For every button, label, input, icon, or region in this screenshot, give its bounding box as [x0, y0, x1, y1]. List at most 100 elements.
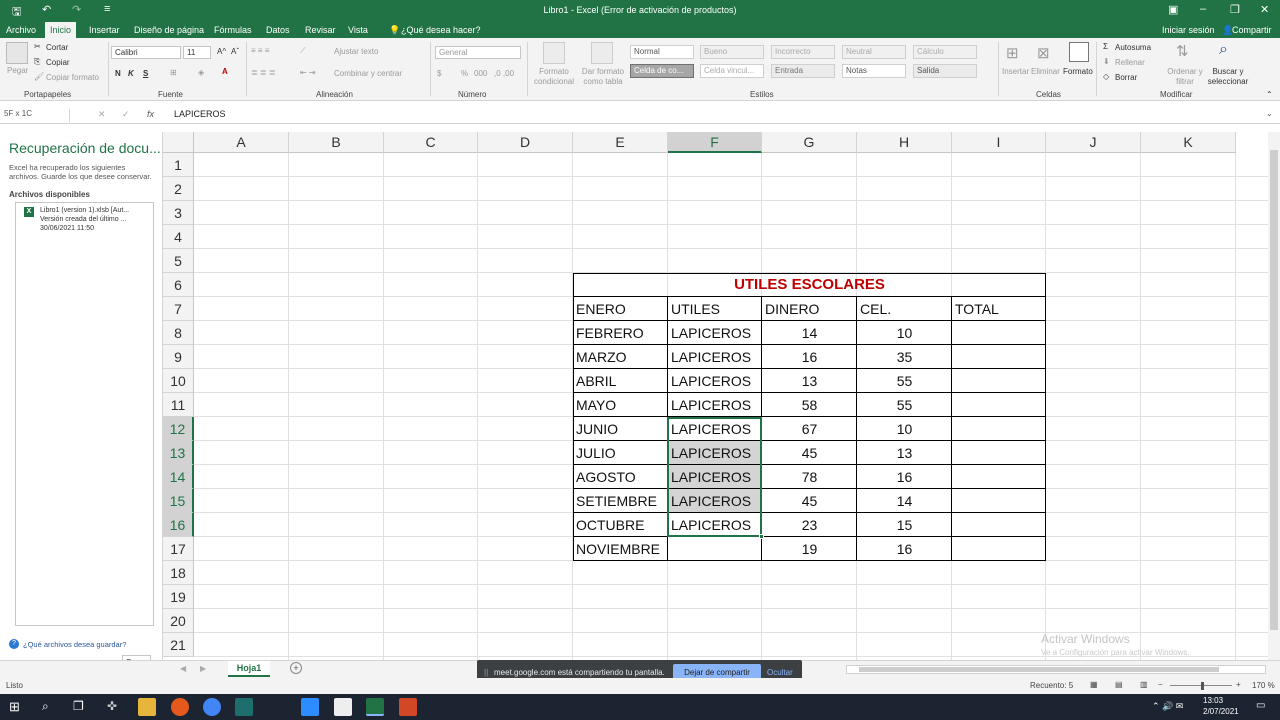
table-cell[interactable]: 55 — [857, 393, 952, 417]
sort-filter-icon[interactable]: ⇅ — [1176, 42, 1189, 60]
underline-button[interactable]: S — [143, 69, 148, 78]
minimize-icon[interactable]: – — [1200, 3, 1206, 15]
thousands-button[interactable]: 000 — [474, 69, 487, 78]
table-cell[interactable] — [952, 537, 1046, 561]
delete-cells-icon[interactable]: ⊠ — [1037, 44, 1050, 62]
tab-datos[interactable]: Datos — [262, 24, 294, 36]
format-painter-button[interactable]: Copiar formato — [46, 73, 99, 82]
style-celda-vinculada[interactable]: Celda vincul... — [700, 64, 764, 78]
table-cell[interactable] — [668, 537, 762, 561]
tab-formulas[interactable]: Fórmulas — [210, 24, 256, 36]
fill-handle[interactable] — [759, 534, 764, 539]
table-cell[interactable]: 67 — [762, 417, 857, 441]
cut-icon[interactable]: ✂ — [34, 42, 41, 51]
table-cell[interactable]: 14 — [762, 321, 857, 345]
font-name-select[interactable]: Calibri — [111, 46, 181, 59]
table-cell[interactable] — [952, 369, 1046, 393]
copy-icon[interactable]: ⎘ — [34, 57, 40, 67]
table-cell[interactable] — [952, 321, 1046, 345]
style-incorrecto[interactable]: Incorrecto — [771, 45, 835, 59]
spreadsheet-grid[interactable]: A B C D E F G H I J K 1 2 3 4 5 6 7 8 9 10 11 12 13 14 15 16 17 18 19… — [163, 132, 1268, 660]
table-cell[interactable]: 35 — [857, 345, 952, 369]
which-files-link[interactable]: ¿Qué archivos desea guardar? — [23, 640, 126, 649]
zoom-out-icon[interactable]: − — [1158, 680, 1163, 689]
table-cell[interactable]: 78 — [762, 465, 857, 489]
table-cell[interactable] — [952, 489, 1046, 513]
windows-start-icon[interactable]: ⊞ — [9, 699, 20, 715]
format-cells-icon[interactable] — [1069, 42, 1089, 62]
tab-revisar[interactable]: Revisar — [301, 24, 340, 36]
table-cell[interactable]: 16 — [762, 345, 857, 369]
row-header-7[interactable]: 7 — [163, 297, 194, 321]
insert-cells-icon[interactable]: ⊞ — [1006, 44, 1019, 62]
style-normal[interactable]: Normal — [630, 45, 694, 59]
name-box[interactable]: 5F x 1C — [4, 109, 70, 122]
camera-icon[interactable] — [334, 698, 352, 716]
table-cell[interactable] — [952, 513, 1046, 537]
tray-icons[interactable]: ⌃ 🔊 ✉ — [1152, 701, 1183, 712]
page-layout-icon[interactable]: ▤ — [1115, 680, 1123, 689]
clear-icon[interactable]: ◇ — [1103, 72, 1109, 81]
row-header-15[interactable]: 15 — [163, 489, 194, 513]
conditional-format-icon[interactable] — [543, 42, 565, 64]
format-cells-button[interactable]: Formato — [1063, 67, 1093, 76]
table-cell[interactable]: LAPICEROS — [668, 321, 762, 345]
zoom-level[interactable]: 170 % — [1252, 681, 1275, 690]
row-header-19[interactable]: 19 — [163, 585, 194, 609]
table-cell[interactable] — [952, 465, 1046, 489]
row-header-17[interactable]: 17 — [163, 537, 194, 561]
find-select-button[interactable]: Buscar y seleccionar — [1204, 67, 1252, 87]
fill-button[interactable]: Rellenar — [1115, 58, 1145, 67]
table-cell[interactable]: 16 — [857, 537, 952, 561]
insert-cells-button[interactable]: Insertar — [1002, 67, 1029, 76]
clear-button[interactable]: Borrar — [1115, 73, 1137, 82]
restore-icon[interactable]: ❐ — [1230, 3, 1240, 16]
table-cell[interactable] — [952, 417, 1046, 441]
table-header-3[interactable]: CEL. — [857, 297, 952, 321]
table-cell[interactable]: 15 — [857, 513, 952, 537]
tell-me-input[interactable]: ¿Qué desea hacer? — [397, 24, 485, 36]
excel-taskbar-icon[interactable] — [366, 698, 384, 716]
table-cell[interactable]: 58 — [762, 393, 857, 417]
table-cell[interactable]: NOVIEMBRE — [573, 537, 668, 561]
align-left-icon[interactable]: ≣ ≣ ≣ — [251, 68, 276, 77]
table-cell[interactable]: AGOSTO — [573, 465, 668, 489]
shrink-font-icon[interactable]: Aˇ — [231, 47, 239, 56]
table-cell[interactable]: 23 — [762, 513, 857, 537]
conditional-format-button[interactable]: Formato condicional — [529, 67, 579, 87]
column-header-b[interactable]: B — [289, 132, 384, 153]
row-header-18[interactable]: 18 — [163, 561, 194, 585]
format-painter-icon[interactable]: 🖌 — [34, 72, 44, 81]
row-header-3[interactable]: 3 — [163, 201, 194, 225]
table-cell[interactable]: 13 — [762, 369, 857, 393]
table-cell[interactable]: JUNIO — [573, 417, 668, 441]
column-header-i[interactable]: I — [952, 132, 1046, 153]
recovered-file-item[interactable]: X Libro1 (version 1).xlsb [Aut... Versió… — [17, 206, 152, 242]
table-cell[interactable]: JULIO — [573, 441, 668, 465]
next-sheet-icon[interactable]: ▶ — [200, 664, 206, 673]
style-notas[interactable]: Notas — [842, 64, 906, 78]
style-celda-comprobacion[interactable]: Celda de co... — [630, 64, 694, 78]
zoom-in-icon[interactable]: + — [1236, 680, 1241, 689]
notifications-icon[interactable]: ▭ — [1256, 700, 1265, 711]
share-button[interactable]: Compartir — [1228, 24, 1276, 36]
wrap-text-button[interactable]: Ajustar texto — [334, 47, 378, 56]
table-cell[interactable]: ABRIL — [573, 369, 668, 393]
row-header-16[interactable]: 16 — [163, 513, 194, 537]
table-cell[interactable] — [952, 393, 1046, 417]
row-header-12[interactable]: 12 — [163, 417, 194, 441]
merge-center-button[interactable]: Combinar y centrar — [334, 69, 402, 78]
vertical-scroll-thumb[interactable] — [1270, 150, 1278, 630]
powerpoint-icon[interactable] — [399, 698, 417, 716]
row-header-8[interactable]: 8 — [163, 321, 194, 345]
expand-formula-icon[interactable]: ⌄ — [1266, 109, 1273, 118]
table-header-4[interactable]: TOTAL — [952, 297, 1046, 321]
table-cell[interactable]: 45 — [762, 441, 857, 465]
prev-sheet-icon[interactable]: ◀ — [180, 664, 186, 673]
row-header-1[interactable]: 1 — [163, 153, 194, 177]
row-header-13[interactable]: 13 — [163, 441, 194, 465]
collapse-ribbon-icon[interactable]: ⌃ — [1266, 90, 1273, 99]
format-table-icon[interactable] — [591, 42, 613, 64]
tab-inicio[interactable]: Inicio — [45, 22, 77, 38]
table-cell[interactable]: OCTUBRE — [573, 513, 668, 537]
